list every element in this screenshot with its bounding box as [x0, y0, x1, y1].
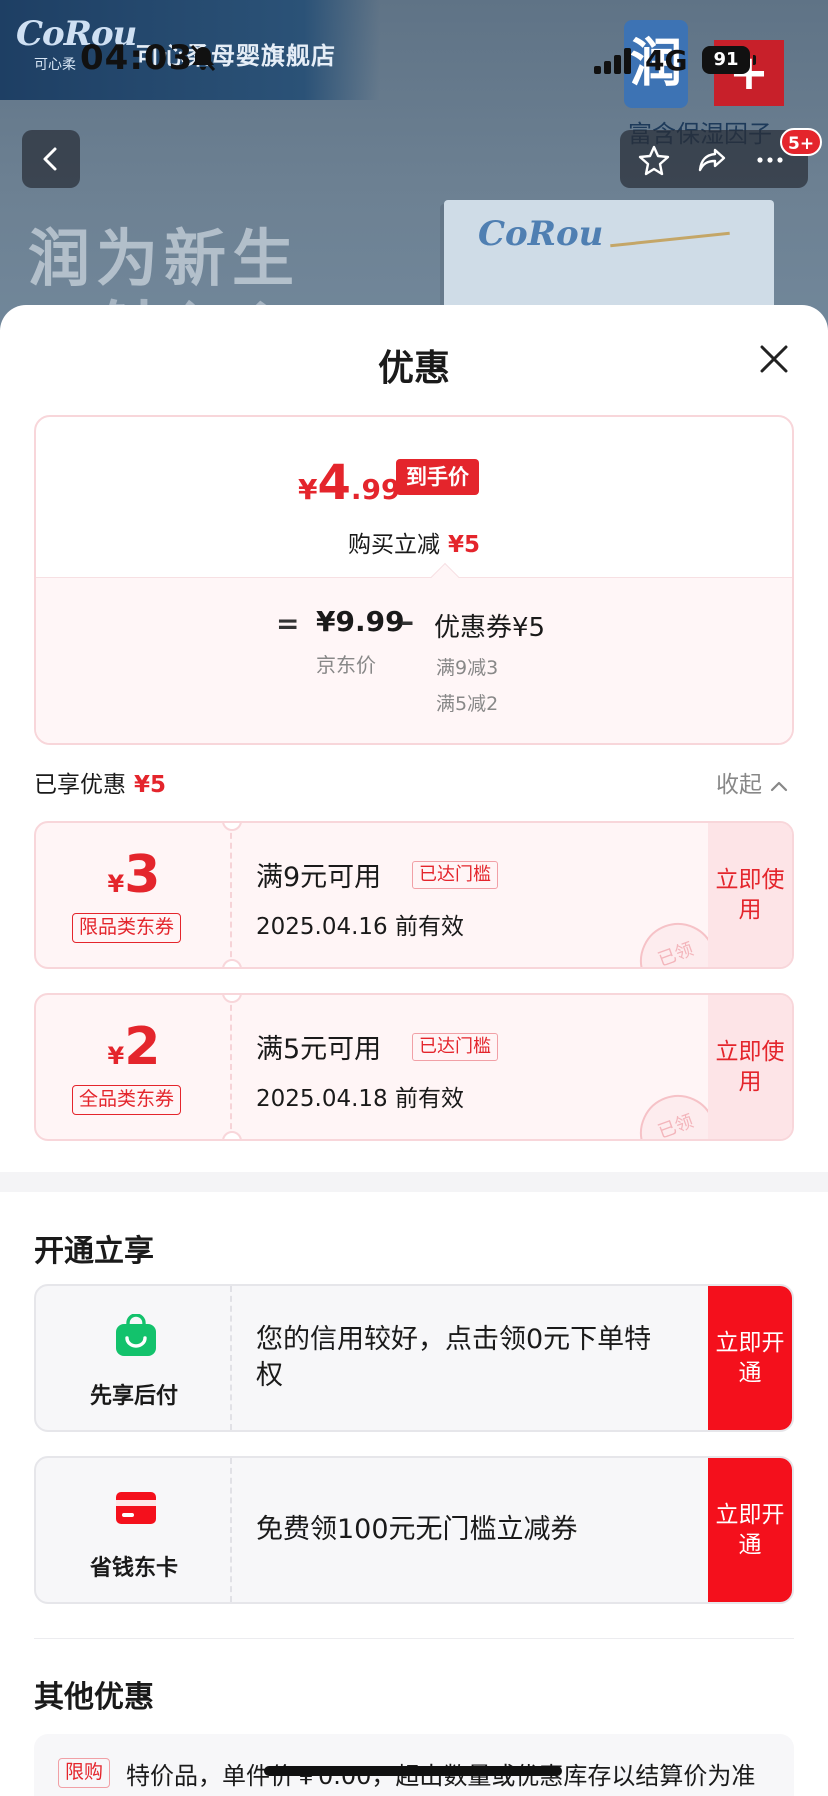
- coupon-type: 限品类东券: [72, 913, 182, 943]
- final-price-tag: 到手价: [396, 459, 479, 495]
- equals-sign: =: [276, 607, 300, 640]
- coupon-validity: 2025.04.18 前有效: [256, 1086, 464, 1112]
- collapse-button[interactable]: 收起: [716, 765, 788, 799]
- share-icon[interactable]: [696, 144, 728, 176]
- coupon-rule: 满5减2: [436, 693, 499, 715]
- coupon-condition: 满5元可用: [256, 1034, 382, 1065]
- limit-description: 特价品，单件价￥0.00，超出数量或优惠库存以结算价为准: [126, 1762, 756, 1790]
- service-card-savings: 省钱东卡 免费领100元无门槛立减券 立即开通: [34, 1456, 794, 1604]
- network-type: 4G: [645, 44, 688, 77]
- price-breakdown-lower: [36, 577, 792, 743]
- service-card-pay-later: 先享后付 您的信用较好，点击领0元下单特权 立即开通: [34, 1284, 794, 1432]
- open-section-title: 开通立享: [34, 1234, 154, 1269]
- minus-sign: –: [400, 605, 414, 638]
- package-logo: CoRou: [478, 214, 604, 254]
- card-icon: [116, 1492, 156, 1524]
- limit-offer-card: 限购 特价品，单件价￥0.00，超出数量或优惠库存以结算价为准: [34, 1734, 794, 1796]
- sheet-title: 优惠: [377, 348, 450, 389]
- coupon-amount: ¥3: [107, 845, 161, 905]
- store-logo-subtext: 可心柔: [34, 57, 76, 73]
- activate-button[interactable]: 立即开通: [708, 1286, 792, 1430]
- coupon-validity: 2025.04.16 前有效: [256, 914, 464, 940]
- close-icon[interactable]: [756, 341, 792, 377]
- jd-price-label: 京东价: [316, 653, 376, 677]
- price-breakdown-card: ¥4.99 到手价 购买立减 ¥5 = ¥9.99 – 优惠券¥5 京东价 满9减…: [34, 415, 794, 745]
- coupon-card: ¥3 限品类东券 满9元可用 已达门槛 2025.04.16 前有效 已领 立即…: [34, 821, 794, 969]
- shopping-bag-icon: [116, 1314, 156, 1356]
- chevron-up-icon: [770, 781, 788, 791]
- battery-icon: 91: [702, 46, 756, 74]
- back-button[interactable]: [22, 130, 80, 188]
- service-description: 您的信用较好，点击领0元下单特权: [256, 1324, 652, 1391]
- jd-price: ¥9.99: [316, 605, 405, 638]
- activate-button[interactable]: 立即开通: [708, 1458, 792, 1602]
- other-section-title: 其他优惠: [34, 1680, 154, 1715]
- status-time: 04:03: [80, 38, 194, 78]
- mute-bell-icon: [190, 44, 216, 72]
- final-price: ¥4.99: [298, 455, 401, 511]
- home-indicator[interactable]: [264, 1766, 562, 1776]
- message-badge: 5+: [780, 128, 823, 156]
- limit-tag: 限购: [58, 1758, 111, 1788]
- service-name: 省钱东卡: [89, 1556, 178, 1581]
- enjoyed-discount: 已享优惠 ¥5: [34, 772, 167, 798]
- coupon-rule: 满9减3: [436, 657, 499, 679]
- coupon-total: 优惠券¥5: [434, 613, 546, 643]
- chevron-left-icon: [43, 147, 57, 171]
- coupon-amount: ¥2: [107, 1017, 161, 1077]
- threshold-reached-badge: 已达门槛: [412, 1033, 498, 1061]
- use-coupon-button[interactable]: 立即使用: [708, 995, 792, 1139]
- signal-icon: [594, 48, 634, 74]
- discount-line: 购买立减 ¥5: [347, 532, 480, 558]
- coupon-type: 全品类东券: [72, 1085, 182, 1115]
- coupon-condition: 满9元可用: [256, 862, 382, 893]
- section-divider: [0, 1172, 828, 1192]
- coupon-notch: [222, 1131, 242, 1139]
- divider: [34, 1638, 794, 1639]
- coupon-card: ¥2 全品类东券 满5元可用 已达门槛 2025.04.18 前有效 已领 立即…: [34, 993, 794, 1141]
- star-icon[interactable]: [638, 144, 670, 176]
- coupon-notch: [222, 959, 242, 967]
- service-name: 先享后付: [89, 1384, 178, 1409]
- use-coupon-button[interactable]: 立即使用: [708, 823, 792, 967]
- service-description: 免费领100元无门槛立减券: [256, 1514, 578, 1545]
- threshold-reached-badge: 已达门槛: [412, 861, 498, 889]
